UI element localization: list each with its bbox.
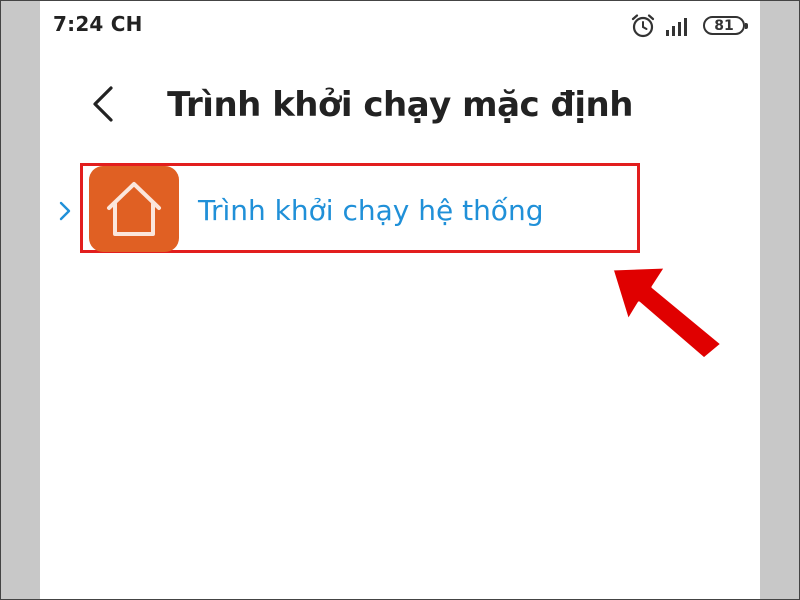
page-title: Trình khởi chạy mặc định bbox=[40, 82, 760, 128]
launcher-app-icon[interactable] bbox=[89, 166, 179, 252]
signal-bars-icon bbox=[666, 18, 687, 36]
page-title-text: Trình khởi chạy mặc định bbox=[167, 85, 633, 125]
battery-level: 81 bbox=[714, 18, 734, 34]
home-icon bbox=[107, 182, 161, 236]
red-pointer-arrow bbox=[610, 265, 724, 361]
battery-icon: 81 bbox=[703, 16, 748, 35]
status-icons: 81 bbox=[630, 13, 750, 39]
status-time: 7:24 CH bbox=[53, 12, 143, 36]
launcher-item-label[interactable]: Trình khởi chạy hệ thống bbox=[198, 191, 543, 231]
alarm-clock-icon bbox=[631, 14, 655, 38]
chevron-right-icon bbox=[59, 201, 71, 221]
battery-tip bbox=[745, 23, 748, 29]
phone-screen: 7:24 CH 81 Trình khởi chạy mặc định Trìn… bbox=[40, 0, 760, 600]
